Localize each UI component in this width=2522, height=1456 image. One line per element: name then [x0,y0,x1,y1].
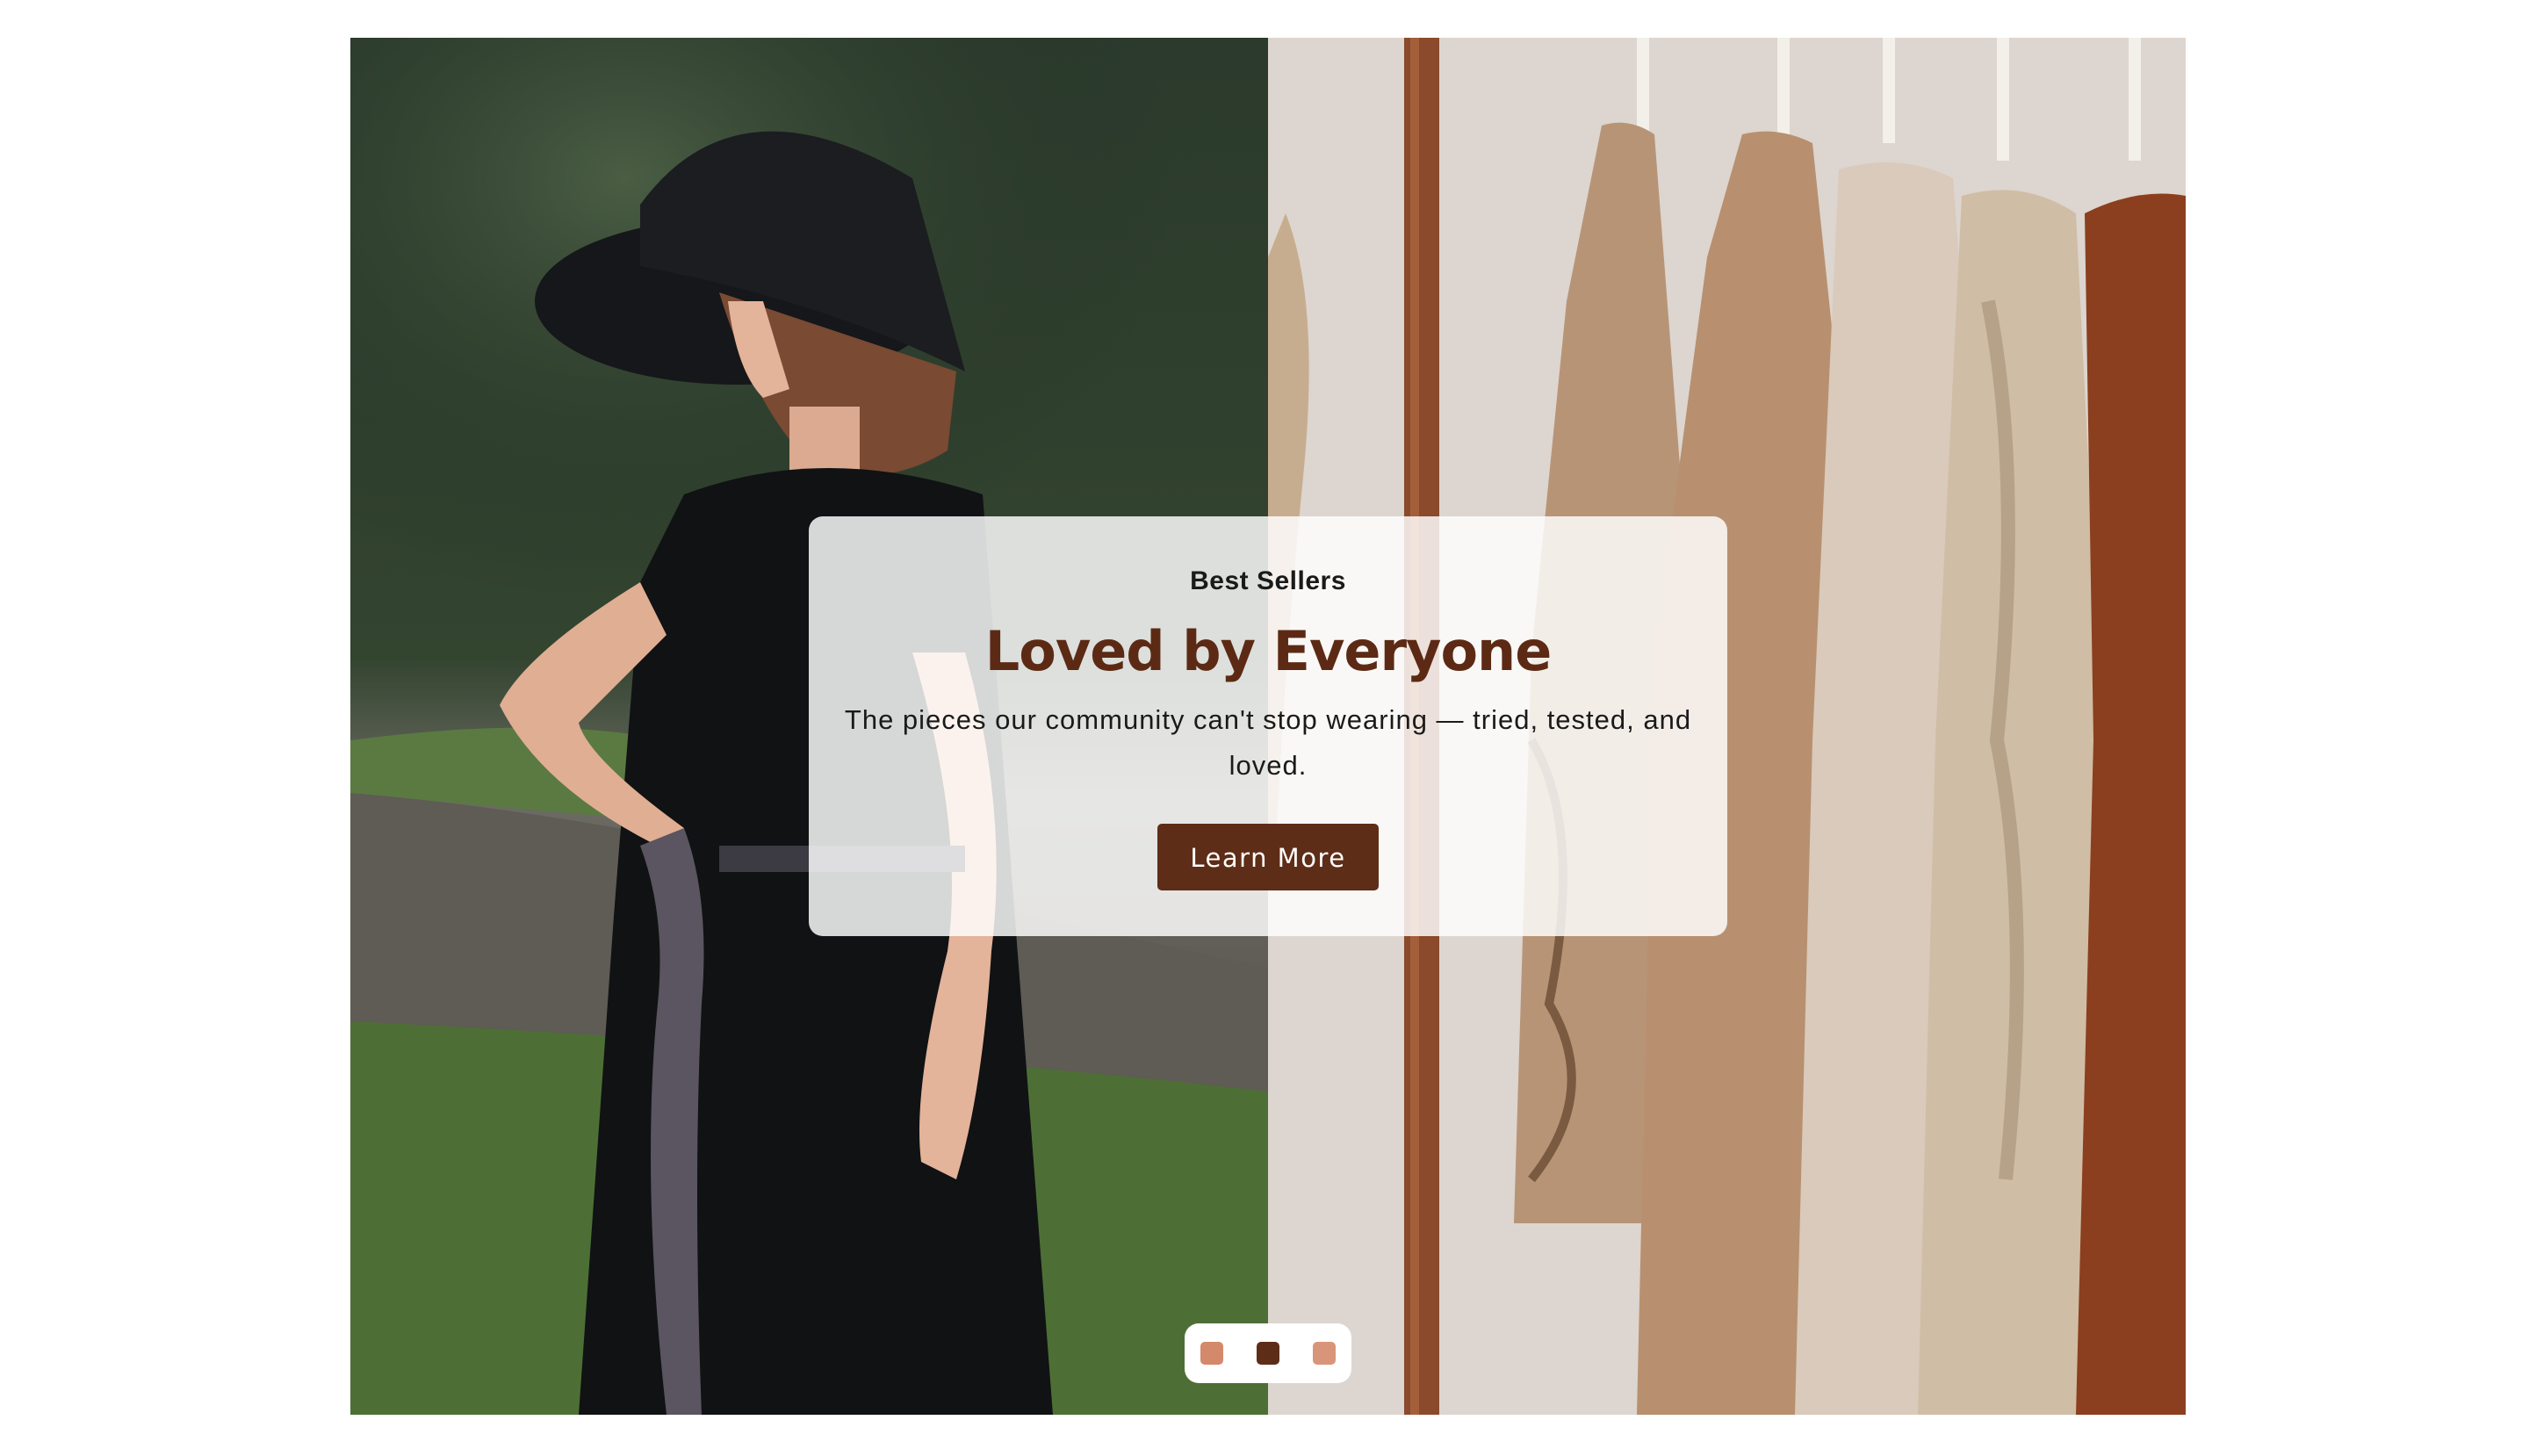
carousel-dot-2[interactable] [1257,1342,1279,1365]
carousel-dot-1[interactable] [1200,1342,1223,1365]
hero-content-card: Best Sellers Loved by Everyone The piece… [809,516,1727,936]
eyebrow-label: Best Sellers [1190,566,1346,595]
hero-subtext: The pieces our community can't stop wear… [844,704,1692,781]
carousel-dot-3[interactable] [1313,1342,1336,1365]
learn-more-button[interactable]: Learn More [1157,824,1379,890]
carousel-pagination [1185,1323,1351,1383]
hero-banner: Best Sellers Loved by Everyone The piece… [350,38,2186,1415]
hero-headline: Loved by Everyone [984,619,1553,683]
